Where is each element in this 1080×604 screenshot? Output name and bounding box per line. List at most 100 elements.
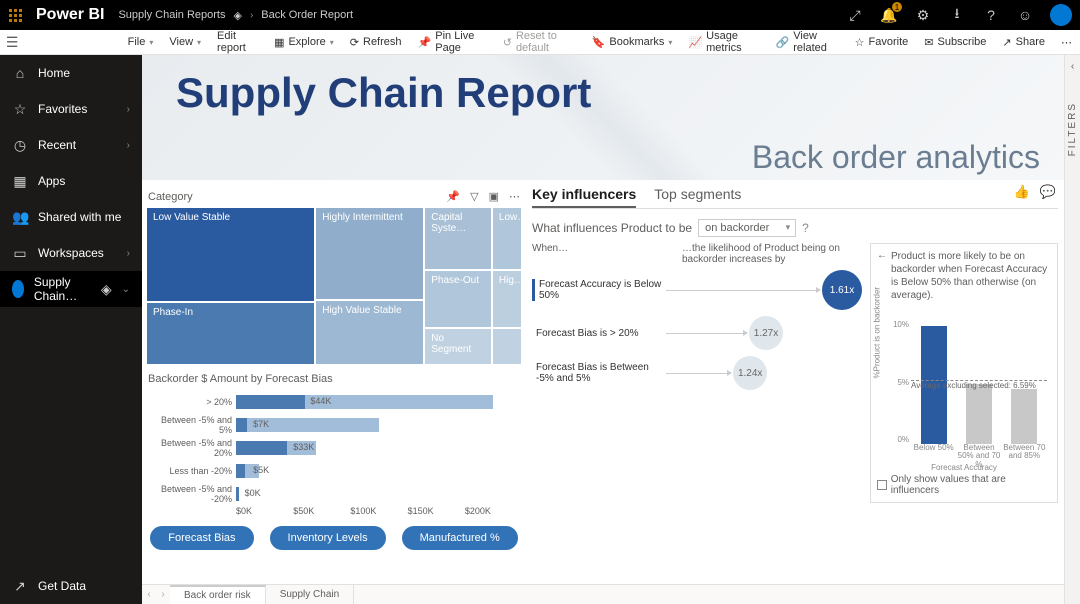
- filters-label: FILTERS: [1067, 102, 1078, 156]
- crumb-workspace[interactable]: Supply Chain Reports: [118, 9, 225, 21]
- tab-top-segments[interactable]: Top segments: [654, 186, 741, 208]
- pin-icon[interactable]: 📌: [446, 190, 460, 203]
- key-influencers-visual[interactable]: 👍💬 Key influencers Top segments What inf…: [524, 180, 1064, 584]
- comment-icon[interactable]: 💬: [1040, 184, 1056, 200]
- bookmarks-menu[interactable]: 🔖Bookmarks▾: [584, 30, 681, 54]
- treemap-cell[interactable]: Low Value Stable: [146, 207, 315, 302]
- crumb-report[interactable]: Back Order Report: [261, 9, 353, 21]
- thumbs-up-icon[interactable]: 👍: [1014, 184, 1030, 200]
- nav-workspaces[interactable]: ▭Workspaces›: [0, 235, 142, 271]
- treemap-cell[interactable]: Phase-In: [146, 302, 315, 365]
- more-icon[interactable]: ⋯: [509, 190, 520, 203]
- download-icon[interactable]: ⭳: [940, 0, 974, 30]
- explore-menu[interactable]: ▦Explore▾: [266, 30, 342, 54]
- left-nav: ⌂Home ☆Favorites› ◷Recent› ▦Apps 👥Shared…: [0, 55, 142, 604]
- view-menu[interactable]: View▾: [161, 30, 209, 54]
- pill-inventory[interactable]: Inventory Levels: [270, 526, 386, 550]
- ki-bubble: 1.24x: [733, 356, 767, 390]
- page-tab[interactable]: Back order risk: [170, 585, 266, 604]
- home-icon: ⌂: [12, 65, 28, 81]
- nav-current-workspace[interactable]: Supply Chain…◈⌄: [0, 271, 142, 307]
- expand-icon[interactable]: ⤢: [838, 0, 872, 30]
- people-icon: 👥: [12, 209, 28, 226]
- treemap-cell[interactable]: Phase-Out: [431, 275, 485, 323]
- page-tab[interactable]: Supply Chain: [266, 585, 354, 604]
- treemap-cell[interactable]: [492, 328, 522, 365]
- category-label: Category: [148, 191, 193, 203]
- nav-toggle-icon[interactable]: ☰: [0, 34, 24, 51]
- app-launcher[interactable]: [0, 0, 30, 30]
- tab-key-influencers[interactable]: Key influencers: [532, 186, 636, 208]
- feedback-smile-icon[interactable]: ☺: [1008, 0, 1042, 30]
- treemap-cell[interactable]: No Segment: [424, 328, 492, 365]
- avg-line: Average excluding selected: 6.59%: [911, 380, 1047, 390]
- share-button[interactable]: ↗Share: [994, 30, 1053, 54]
- nav-apps[interactable]: ▦Apps: [0, 163, 142, 199]
- focus-icon[interactable]: ▣: [489, 190, 499, 203]
- tab-prev-icon[interactable]: ‹: [142, 589, 156, 600]
- pill-row: Forecast Bias Inventory Levels Manufactu…: [146, 526, 522, 550]
- bar-chart-title: Backorder $ Amount by Forecast Bias: [146, 371, 522, 387]
- file-menu[interactable]: File▾: [120, 30, 162, 54]
- chevron-right-icon: ›: [127, 248, 130, 259]
- favorite-button[interactable]: ☆Favorite: [847, 30, 917, 54]
- nav-recent[interactable]: ◷Recent›: [0, 127, 142, 163]
- related-icon: 🔗: [776, 36, 790, 49]
- treemap-cell[interactable]: Hig…: [492, 270, 522, 328]
- more-icon[interactable]: ⋯: [1053, 30, 1080, 54]
- ki-factor[interactable]: Forecast Accuracy is Below 50%: [532, 279, 662, 301]
- help-icon[interactable]: ?: [802, 221, 809, 235]
- subscribe-button[interactable]: ✉Subscribe: [916, 30, 994, 54]
- explore-icon: ▦: [274, 36, 284, 49]
- treemap-cell[interactable]: Highly Intermittent: [315, 207, 424, 300]
- treemap-cell[interactable]: High Value Stable: [315, 300, 424, 365]
- report-subtitle: Back order analytics: [752, 139, 1040, 176]
- chart-icon: 📈: [688, 36, 702, 49]
- star-icon: ☆: [12, 101, 28, 118]
- edit-report-button[interactable]: Edit report: [209, 30, 266, 54]
- suite-header: Power BI Supply Chain Reports ◈ › Back O…: [0, 0, 1080, 30]
- settings-gear-icon[interactable]: ⚙: [906, 0, 940, 30]
- ki-factor[interactable]: Forecast Bias is > 20%: [532, 328, 662, 339]
- reset-icon: ↺: [503, 36, 512, 49]
- help-icon[interactable]: ?: [974, 0, 1008, 30]
- treemap-cell[interactable]: Low…: [492, 207, 522, 270]
- related-button[interactable]: 🔗View related: [768, 30, 847, 54]
- nav-get-data[interactable]: ↗Get Data: [0, 568, 142, 604]
- nav-shared[interactable]: 👥Shared with me: [0, 199, 142, 235]
- certified-icon: ◈: [101, 281, 112, 298]
- notifications-icon[interactable]: 🔔1: [872, 0, 906, 30]
- treemap-cell[interactable]: Capital Syste…: [431, 212, 485, 265]
- chevron-left-icon[interactable]: ‹: [1065, 55, 1080, 72]
- ki-mini-column-chart[interactable]: 10%5%0% %Product is on backorder Average…: [877, 310, 1051, 470]
- pill-forecast-bias[interactable]: Forecast Bias: [150, 526, 253, 550]
- ki-target-dropdown[interactable]: on backorder: [698, 219, 796, 237]
- command-bar: ☰ File▾ View▾ Edit report ▦Explore▾ ⟳Ref…: [0, 30, 1080, 55]
- ki-factor[interactable]: Forecast Bias is Between -5% and 5%: [532, 362, 662, 384]
- nav-favorites[interactable]: ☆Favorites›: [0, 91, 142, 127]
- backorder-bar-chart[interactable]: > 20%$44K Between -5% and 5%$7K Between …: [146, 387, 522, 518]
- refresh-icon: ⟳: [350, 36, 359, 49]
- pin-button[interactable]: 📌Pin Live Page: [410, 30, 495, 54]
- brand-label: Power BI: [36, 6, 104, 24]
- chevron-right-icon: ›: [250, 10, 253, 21]
- filters-pane-collapsed[interactable]: ‹ FILTERS: [1064, 55, 1080, 604]
- category-treemap[interactable]: Low Value Stable Phase-In Highly Intermi…: [146, 207, 522, 365]
- notif-badge: 1: [892, 2, 902, 12]
- user-avatar[interactable]: [1050, 4, 1072, 26]
- filter-icon[interactable]: ▽: [470, 190, 478, 203]
- usage-button[interactable]: 📈Usage metrics: [680, 30, 767, 54]
- only-show-checkbox[interactable]: [877, 480, 887, 490]
- mini-bar: [966, 384, 992, 444]
- refresh-button[interactable]: ⟳Refresh: [342, 30, 410, 54]
- getdata-icon: ↗: [12, 578, 28, 595]
- chevron-right-icon: ›: [127, 104, 130, 115]
- apps-icon: ▦: [12, 173, 28, 190]
- pill-manufactured[interactable]: Manufactured %: [402, 526, 518, 550]
- bookmark-icon: 🔖: [592, 36, 606, 49]
- category-visual-header: Category 📌 ▽ ▣ ⋯: [146, 186, 522, 207]
- reset-button[interactable]: ↺Reset to default: [495, 30, 584, 54]
- mini-bar: [1011, 389, 1037, 444]
- tab-next-icon[interactable]: ›: [156, 589, 170, 600]
- nav-home[interactable]: ⌂Home: [0, 55, 142, 91]
